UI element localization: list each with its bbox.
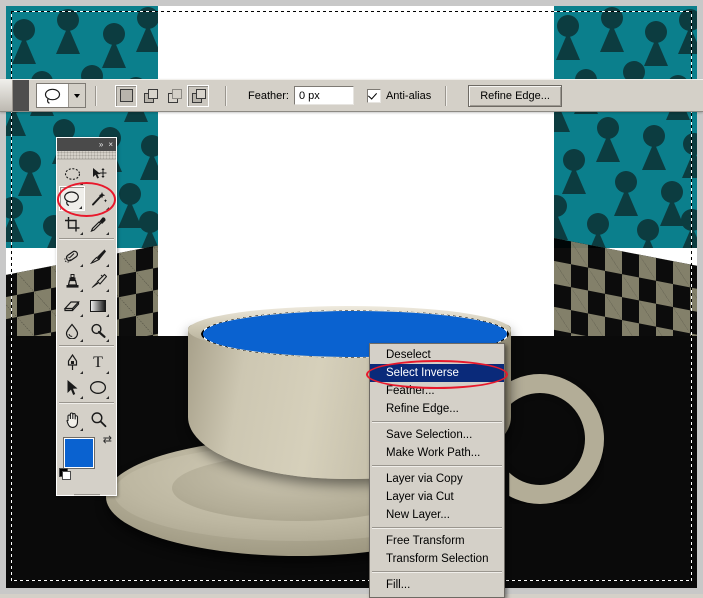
crop-icon[interactable]	[59, 211, 85, 236]
options-bar-separator-2	[225, 85, 227, 106]
lasso-icon[interactable]	[59, 186, 85, 211]
wallpaper-right	[554, 6, 697, 248]
menu-separator-4	[372, 571, 502, 573]
marching-ants-canvas-bottom	[11, 580, 692, 581]
toolbox-divider-2	[59, 345, 114, 347]
options-bar-separator	[95, 85, 97, 106]
menu-item-transform-selection[interactable]: Transform Selection	[370, 550, 504, 568]
toolbox-title-bar[interactable]: » ×	[57, 138, 116, 151]
toolbox-drag-handle[interactable]	[57, 151, 116, 160]
lasso-icon	[37, 84, 69, 107]
menu-item-free-transform[interactable]: Free Transform	[370, 532, 504, 550]
toolbox-divider-3	[59, 402, 114, 404]
default-colors-icon[interactable]	[59, 468, 71, 480]
antialias-checkbox-group[interactable]: Anti-alias	[366, 88, 432, 103]
pen-icon[interactable]	[59, 350, 85, 375]
feather-label: Feather:	[248, 89, 289, 102]
feather-input[interactable]: 0 px	[293, 86, 354, 105]
antialias-checkbox[interactable]	[366, 88, 381, 103]
context-menu[interactable]: Deselect Select Inverse Feather... Refin…	[369, 343, 505, 598]
hand-icon[interactable]	[59, 407, 85, 432]
shape-ellipse-icon[interactable]	[85, 375, 111, 400]
brush-icon[interactable]	[85, 243, 111, 268]
zoom-icon[interactable]	[85, 407, 111, 432]
marquee-elliptical-icon[interactable]	[59, 161, 85, 186]
menu-item-new-layer[interactable]: New Layer...	[370, 506, 504, 524]
intersect-with-selection-button[interactable]	[187, 84, 209, 107]
clone-stamp-icon[interactable]	[59, 268, 85, 293]
healing-brush-icon[interactable]	[59, 243, 85, 268]
type-icon: T	[85, 350, 111, 375]
eraser-icon[interactable]	[59, 293, 85, 318]
options-bar-grip[interactable]	[0, 80, 13, 111]
menu-item-deselect[interactable]: Deselect	[370, 346, 504, 364]
menu-item-layer-via-cut[interactable]: Layer via Cut	[370, 488, 504, 506]
toolbox-tool-grid[interactable]: T	[57, 160, 116, 432]
magic-wand-icon[interactable]	[85, 186, 111, 211]
toolbox-bottom-divider	[73, 494, 100, 496]
refine-edge-button[interactable]: Refine Edge...	[468, 84, 562, 107]
menu-separator-3	[372, 527, 502, 529]
move-icon[interactable]	[85, 161, 111, 186]
add-to-selection-button[interactable]	[139, 84, 161, 107]
path-selection-icon[interactable]	[59, 375, 85, 400]
menu-item-refine-edge[interactable]: Refine Edge...	[370, 400, 504, 418]
menu-item-save-selection[interactable]: Save Selection...	[370, 426, 504, 444]
marching-ants-canvas-top	[11, 11, 692, 12]
antialias-label: Anti-alias	[385, 89, 432, 102]
gradient-icon[interactable]	[85, 293, 111, 318]
menu-item-feather[interactable]: Feather...	[370, 382, 504, 400]
toolbox-palette[interactable]: » × T ⇄	[56, 137, 117, 496]
eyedropper-icon[interactable]	[85, 211, 111, 236]
window-light-area	[158, 6, 554, 248]
collapse-icon[interactable]: »	[98, 140, 104, 149]
keyhole-pattern-icon	[554, 7, 697, 248]
dodge-icon[interactable]	[85, 318, 111, 343]
menu-item-layer-via-copy[interactable]: Layer via Copy	[370, 470, 504, 488]
options-bar-dock-block	[13, 80, 29, 111]
chevron-down-icon[interactable]	[69, 84, 85, 107]
blur-icon[interactable]	[59, 318, 85, 343]
menu-item-stroke[interactable]: Stroke...	[370, 594, 504, 597]
tool-preset-picker[interactable]	[36, 83, 86, 108]
menu-separator-1	[372, 421, 502, 423]
selection-mode-group[interactable]	[115, 84, 209, 107]
options-bar-separator-3	[445, 85, 448, 106]
subtract-from-selection-button[interactable]	[163, 84, 185, 107]
close-icon[interactable]: ×	[107, 140, 114, 149]
new-selection-button[interactable]	[115, 84, 137, 107]
options-bar: Feather: 0 px Anti-alias Refine Edge...	[0, 79, 703, 112]
foreground-color-swatch[interactable]	[64, 438, 94, 468]
menu-item-fill[interactable]: Fill...	[370, 576, 504, 594]
menu-item-select-inverse[interactable]: Select Inverse	[370, 364, 504, 382]
menu-separator-2	[372, 465, 502, 467]
color-swatches[interactable]: ⇄	[57, 435, 116, 487]
toolbox-divider-1	[59, 238, 114, 240]
swap-colors-icon[interactable]: ⇄	[103, 435, 112, 446]
menu-item-make-work-path[interactable]: Make Work Path...	[370, 444, 504, 462]
history-brush-icon[interactable]	[85, 268, 111, 293]
